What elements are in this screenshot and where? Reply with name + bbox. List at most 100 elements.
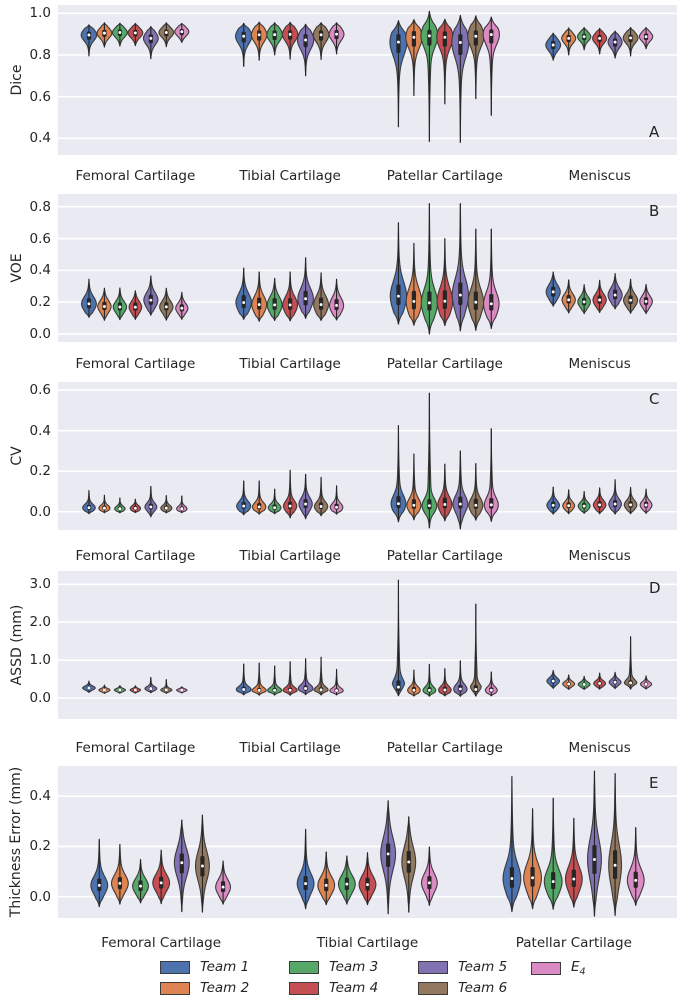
violin-median xyxy=(319,303,323,307)
violin-median xyxy=(598,298,602,302)
violin-team-6 xyxy=(467,228,485,331)
violin-e4 xyxy=(483,228,500,330)
violin-team-5 xyxy=(297,257,314,319)
y-tick-label: 0.2 xyxy=(29,294,51,311)
x-tick-label: Tibial Cartilage xyxy=(239,740,341,756)
y-tick-label: 0.2 xyxy=(29,463,51,480)
violin-team-6 xyxy=(623,486,638,515)
legend-label-subscript: 4 xyxy=(579,966,586,978)
x-tick-label: Patellar Cartilage xyxy=(515,935,632,951)
y-tick-label: 0.0 xyxy=(29,888,51,905)
violin-median xyxy=(180,507,184,511)
violin-team-3 xyxy=(267,665,283,696)
legend-item-team-1[interactable]: Team 1 xyxy=(160,959,249,975)
violin-team-4 xyxy=(282,661,298,696)
x-tick-label: Patellar Cartilage xyxy=(386,356,503,372)
violin-median xyxy=(613,680,617,684)
violin-team-6 xyxy=(194,814,210,913)
legend-item-team-4[interactable]: Team 4 xyxy=(289,980,378,996)
x-tick-label: Patellar Cartilage xyxy=(386,168,503,184)
violin-median xyxy=(242,34,246,38)
violin-median xyxy=(567,504,571,508)
violin-team-3 xyxy=(577,284,591,315)
violin-median xyxy=(319,505,323,508)
violin-team-4 xyxy=(593,672,607,690)
y-axis-label: ASSD (mm) xyxy=(9,604,25,686)
violin-team-3 xyxy=(267,488,282,515)
x-tick-label: Femoral Cartilage xyxy=(75,356,196,372)
legend-label: Team 1 xyxy=(200,959,250,975)
violin-median xyxy=(319,688,323,692)
legend-item-team-3[interactable]: Team 3 xyxy=(289,959,378,975)
x-tick-label: Patellar Cartilage xyxy=(386,548,503,564)
violin-team-2 xyxy=(98,684,111,694)
violin-median xyxy=(629,503,633,507)
x-tick-label: Patellar Cartilage xyxy=(386,740,503,756)
violin-median xyxy=(474,503,478,507)
violin-team-5 xyxy=(142,25,159,60)
violin-team-5 xyxy=(587,770,602,917)
violin-team-4 xyxy=(592,279,607,314)
violin-box xyxy=(458,496,463,509)
violin-median xyxy=(304,297,308,301)
legend: Team 1 Team 2 Team 3 Team 4 Team 5 Team 6 E4 xyxy=(0,955,677,1001)
legend-item-team-6[interactable]: Team 6 xyxy=(418,980,507,996)
violin-median xyxy=(613,502,617,506)
violin-team-6 xyxy=(158,22,175,48)
violin-team-6 xyxy=(312,22,330,61)
violin-box xyxy=(473,498,478,509)
x-tick-label: Meniscus xyxy=(568,168,631,184)
violin-team-5 xyxy=(173,819,190,913)
violin-median xyxy=(489,503,493,507)
violin-median xyxy=(87,686,91,690)
violin-median xyxy=(366,883,369,887)
violin-median xyxy=(386,852,390,856)
x-tick-label: Meniscus xyxy=(568,548,631,564)
violin-plot-figure: 0.4 0.6 0.8 1.0 Dice A Femoral Cartilage Tibial… xyxy=(0,0,677,1001)
legend-item-team-5[interactable]: Team 5 xyxy=(418,959,507,975)
legend-item-e4[interactable]: E4 xyxy=(531,959,586,978)
violin-median xyxy=(644,35,648,39)
violin-median xyxy=(159,881,163,885)
violin-median xyxy=(304,502,308,506)
violin-median xyxy=(257,33,261,37)
violin-median xyxy=(567,682,571,686)
violin-team-1 xyxy=(546,486,561,515)
violin-team-4 xyxy=(281,21,299,60)
violin-e4 xyxy=(328,22,345,55)
violin-team-5 xyxy=(451,203,470,332)
violin-median xyxy=(598,681,602,685)
y-tick-label: 0.6 xyxy=(29,230,51,247)
violin-median xyxy=(412,35,416,39)
violin-median xyxy=(97,883,101,887)
violin-median xyxy=(164,506,168,510)
violin-median xyxy=(149,298,153,302)
violin-median xyxy=(593,858,596,861)
violin-median xyxy=(629,36,633,40)
violin-team-2 xyxy=(562,489,576,515)
violin-e4 xyxy=(174,22,190,44)
violin-team-5 xyxy=(451,14,470,144)
violin-team-6 xyxy=(160,678,173,694)
violin-team-3 xyxy=(266,277,283,322)
violin-median xyxy=(582,300,586,304)
violin-e4 xyxy=(329,668,344,696)
violin-team-3 xyxy=(112,287,128,321)
x-tick-label: Tibial Cartilage xyxy=(239,356,341,372)
violin-median xyxy=(324,883,328,887)
violin-median xyxy=(221,885,225,889)
violin-median xyxy=(118,507,122,511)
legend-swatch xyxy=(160,981,190,995)
y-tick-label: 0.0 xyxy=(29,503,51,520)
violin-team-4 xyxy=(128,290,143,320)
violin-median xyxy=(644,299,648,303)
violin-median xyxy=(149,36,153,40)
violin-median xyxy=(510,877,514,881)
violin-team-5 xyxy=(608,479,622,515)
violin-median xyxy=(458,293,462,297)
violin-team-6 xyxy=(623,278,639,314)
violin-median xyxy=(149,687,153,691)
violin-e4 xyxy=(215,860,232,905)
violin-median xyxy=(489,302,493,306)
legend-item-team-2[interactable]: Team 2 xyxy=(160,980,249,996)
